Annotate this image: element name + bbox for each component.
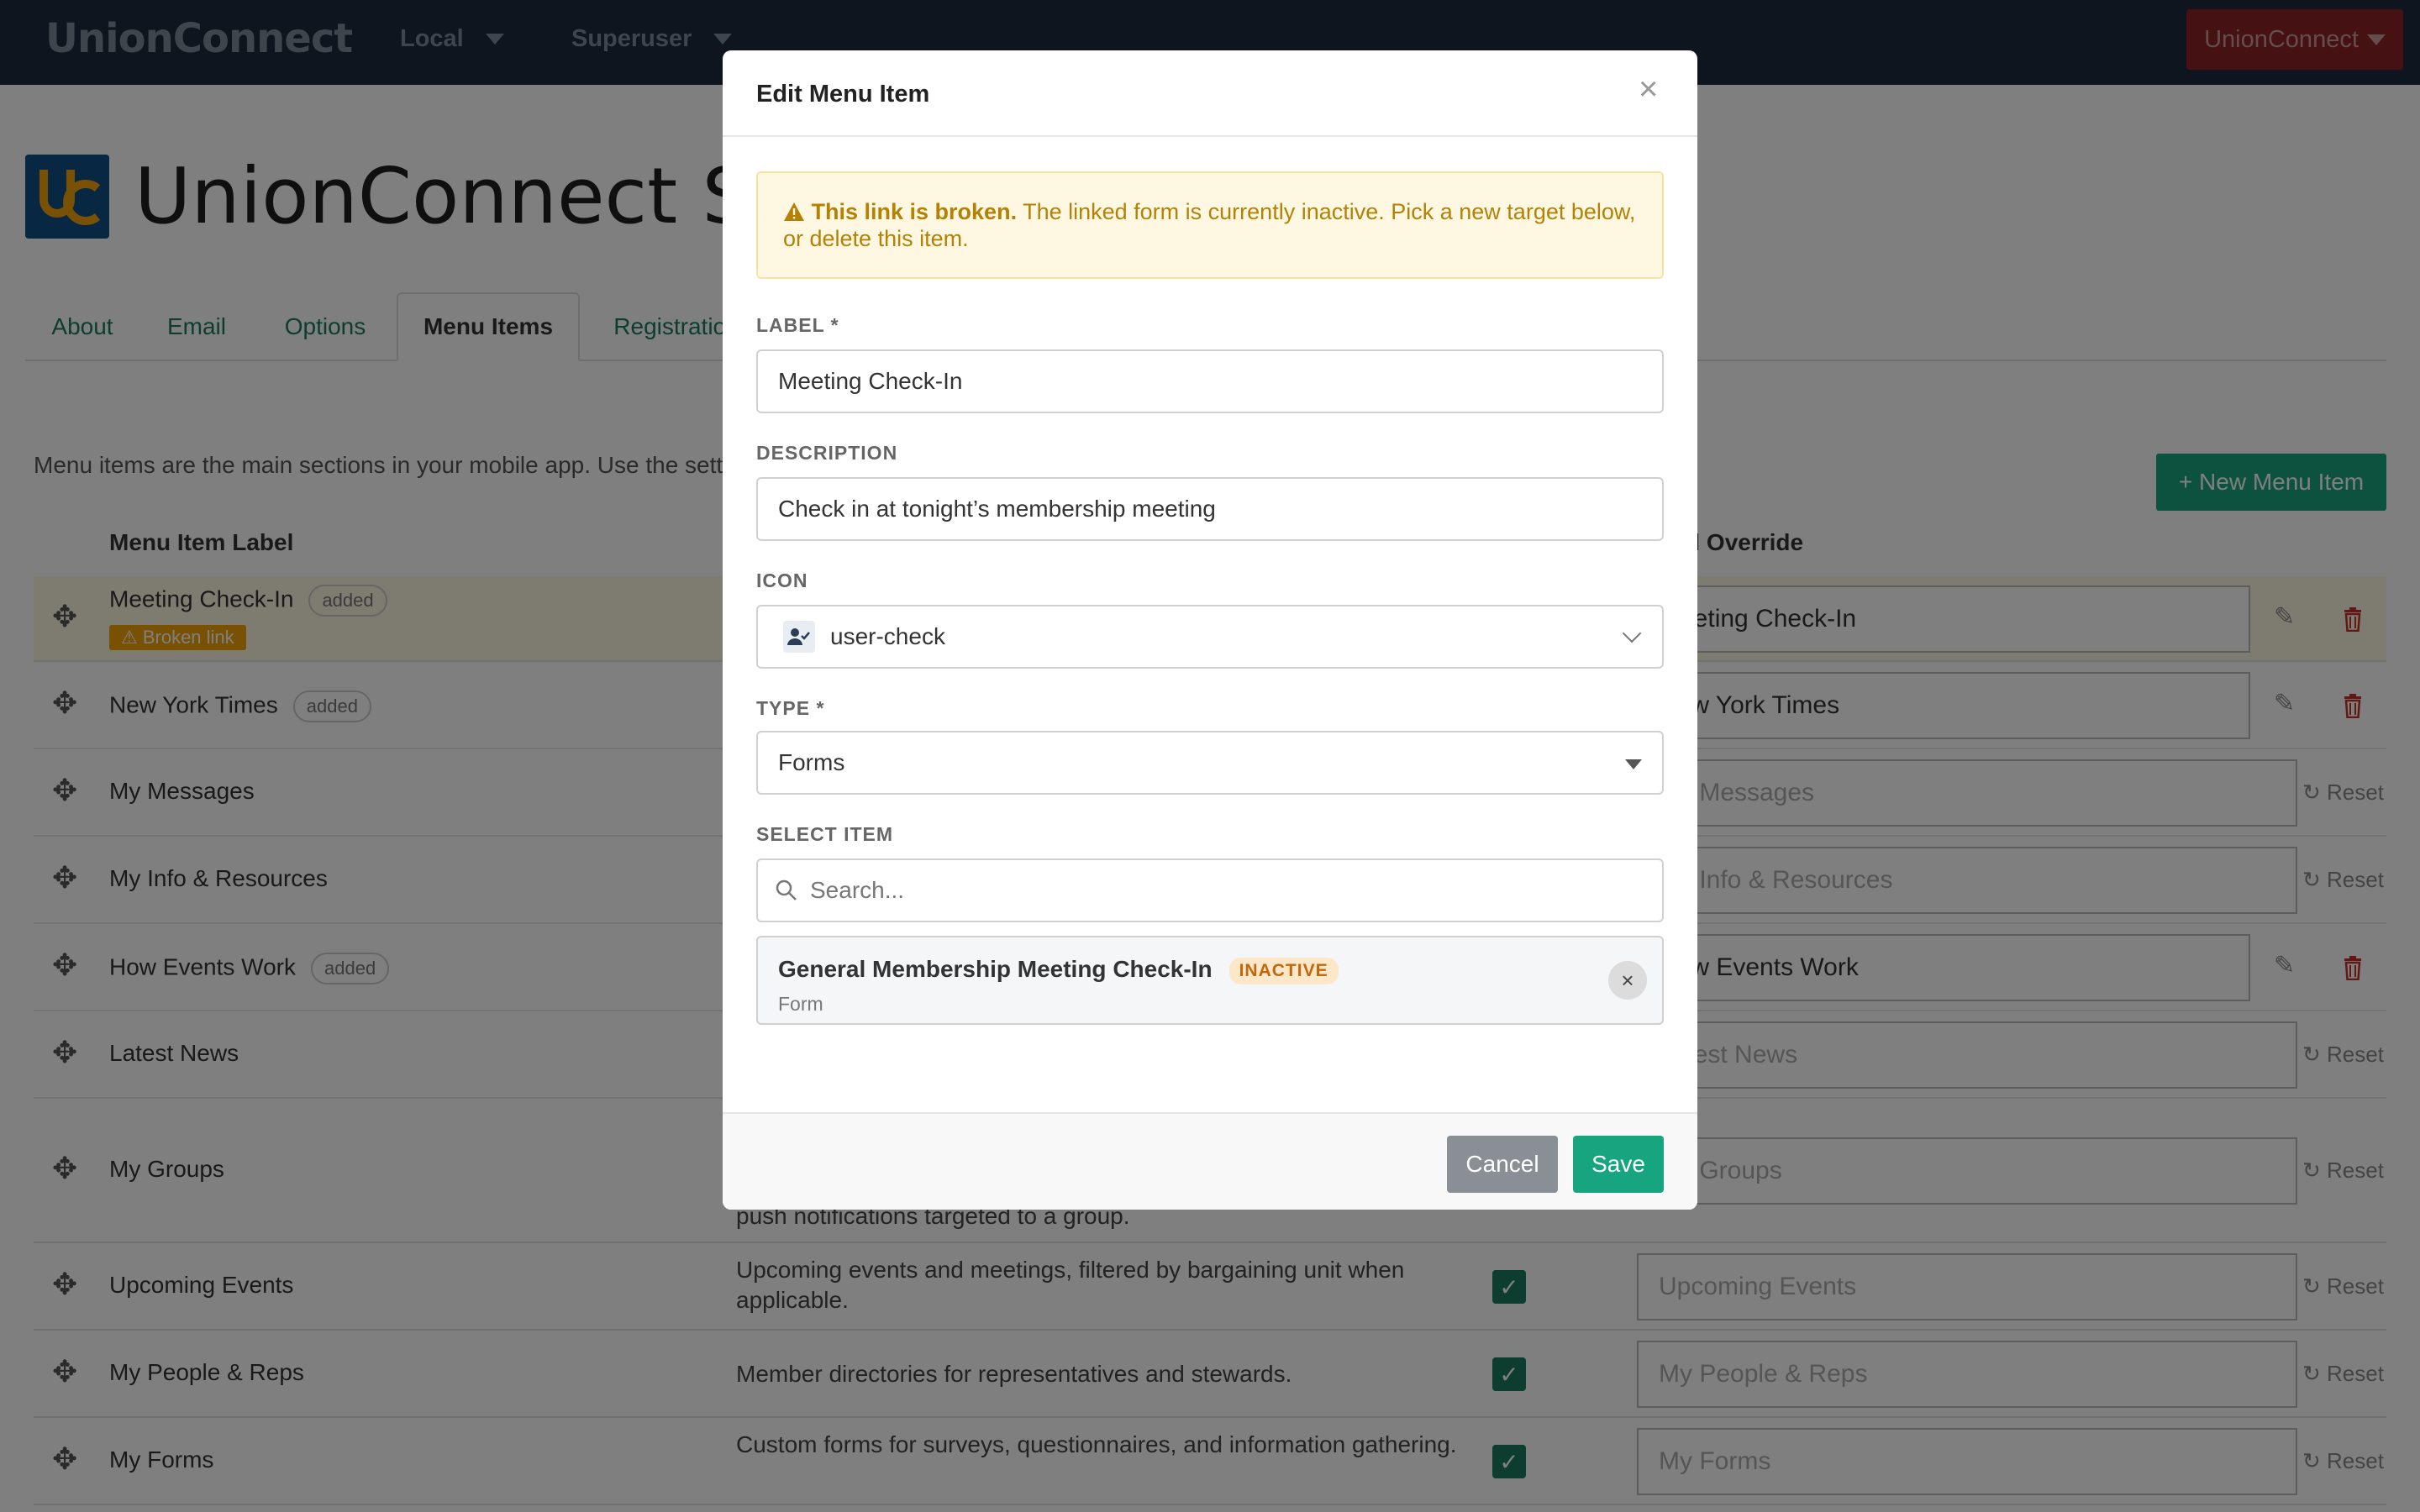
label-field-label: LABEL *: [756, 314, 839, 336]
description-input-value: Check in at tonight’s membership meeting: [778, 496, 1216, 522]
modal-header: Edit Menu Item ×: [723, 50, 1697, 137]
chevron-down-icon: [1622, 623, 1642, 643]
search-placeholder: Search...: [810, 877, 905, 903]
icon-field-label: ICON: [756, 570, 808, 591]
type-select-value: Forms: [778, 749, 845, 775]
select-item-label: SELECT ITEM: [756, 823, 894, 845]
modal-title: Edit Menu Item: [756, 81, 930, 108]
selected-item-kind: Form: [778, 993, 823, 1015]
search-icon: [776, 879, 797, 900]
remove-selection-icon[interactable]: ×: [1608, 961, 1647, 1000]
close-icon[interactable]: ×: [1639, 72, 1658, 106]
inactive-badge: INACTIVE: [1228, 957, 1339, 984]
label-input[interactable]: Meeting Check-In: [756, 349, 1664, 413]
edit-menu-item-modal: Edit Menu Item × This link is broken. Th…: [723, 50, 1697, 1210]
modal-footer: Cancel Save: [723, 1112, 1697, 1210]
type-field-label: TYPE *: [756, 697, 825, 719]
type-select[interactable]: Forms: [756, 731, 1664, 795]
icon-select[interactable]: user-check: [756, 605, 1664, 669]
selected-item-name: General Membership Meeting Check-In: [778, 956, 1213, 982]
caret-down-icon: [1625, 759, 1642, 769]
alert-strong-text: This link is broken.: [811, 199, 1018, 224]
label-input-value: Meeting Check-In: [778, 368, 963, 394]
selected-item-title: General Membership Meeting Check-In INACT…: [778, 956, 1339, 984]
warning-icon: [784, 202, 804, 221]
select-item-search[interactable]: Search...: [756, 858, 1664, 922]
description-field-label: DESCRIPTION: [756, 442, 898, 464]
broken-link-alert: This link is broken. The linked form is …: [756, 171, 1664, 279]
selected-item-card: General Membership Meeting Check-In INACT…: [756, 936, 1664, 1025]
cancel-button[interactable]: Cancel: [1447, 1136, 1558, 1193]
icon-select-value: user-check: [830, 623, 945, 649]
description-input[interactable]: Check in at tonight’s membership meeting: [756, 477, 1664, 541]
save-button[interactable]: Save: [1573, 1136, 1664, 1193]
user-check-icon: [783, 621, 815, 653]
